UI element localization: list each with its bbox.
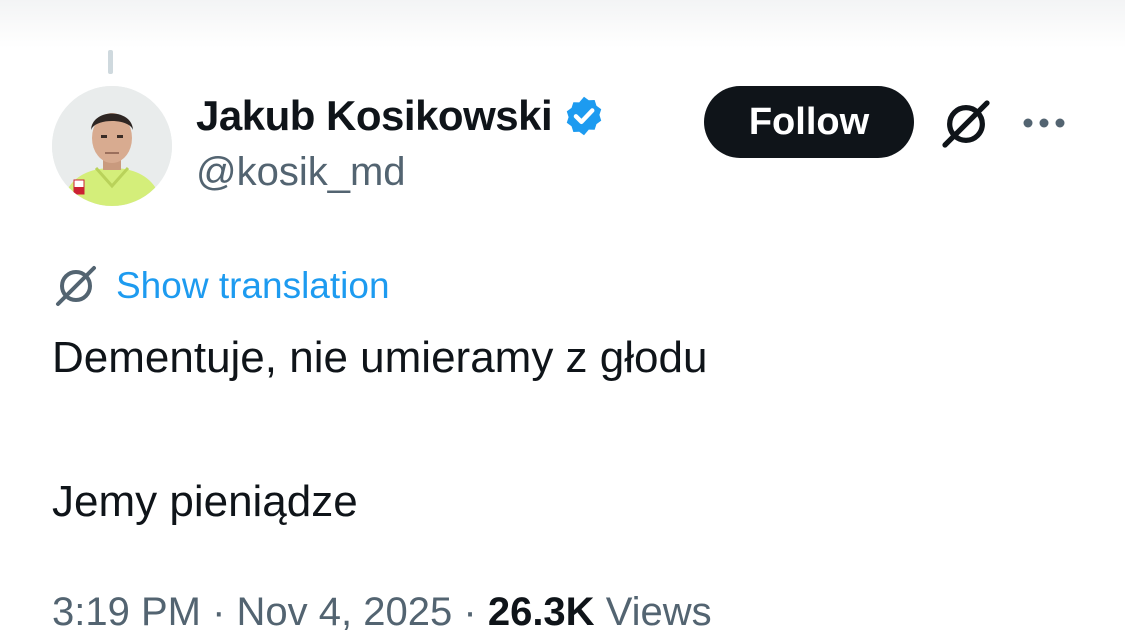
author-name-row[interactable]: Jakub Kosikowski (196, 90, 606, 142)
grok-icon[interactable] (938, 96, 994, 152)
avatar-image (52, 86, 172, 206)
more-dots-icon[interactable] (1018, 100, 1070, 146)
author-name[interactable]: Jakub Kosikowski (196, 92, 553, 140)
tweet-time[interactable]: 3:19 PM (52, 590, 201, 634)
grok-translate-icon (56, 266, 96, 306)
verified-badge-icon (566, 96, 602, 136)
tweet-text: Dementuje, nie umieramy z głodu Jemy pie… (52, 330, 1052, 530)
tweet-text-line-1: Dementuje, nie umieramy z głodu (52, 333, 708, 382)
author-handle[interactable]: @kosik_md (196, 150, 406, 195)
thread-connector-line (108, 50, 113, 74)
show-translation-link[interactable]: Show translation (52, 262, 390, 310)
tweet-meta: 3:19 PM · Nov 4, 2025 · 26.3K Views (52, 588, 712, 636)
tweet-date[interactable]: Nov 4, 2025 (237, 590, 453, 634)
follow-button[interactable]: Follow (704, 86, 914, 158)
avatar[interactable] (52, 86, 172, 206)
views-count: 26.3K (487, 590, 595, 634)
tweet-text-line-2: Jemy pieniądze (52, 477, 358, 526)
meta-separator: · (463, 590, 477, 634)
show-translation-label[interactable]: Show translation (116, 265, 390, 307)
previous-tweet-fade (0, 0, 1125, 48)
meta-separator: · (212, 590, 226, 634)
views-label: Views (605, 590, 712, 634)
